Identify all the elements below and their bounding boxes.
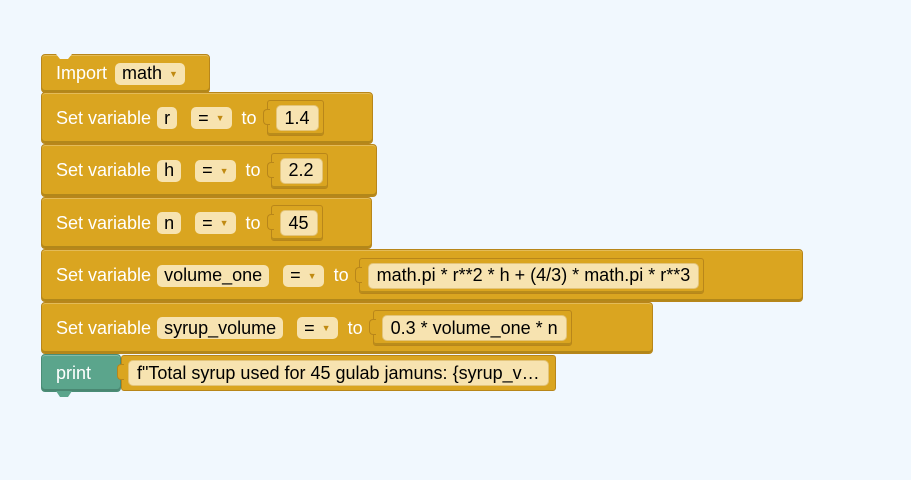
value-slot[interactable]: 1.4	[262, 100, 324, 136]
module-dropdown[interactable]: math ▼	[115, 62, 185, 85]
operator-dropdown[interactable]: = ▼	[195, 212, 236, 234]
set-variable-label: Set variable	[56, 212, 152, 233]
chevron-down-icon: ▼	[307, 270, 317, 281]
variable-field-n[interactable]: n	[157, 212, 182, 234]
variable-field-h[interactable]: h	[157, 159, 182, 182]
set-variable-label: Set variable	[56, 317, 152, 338]
to-label: to	[333, 265, 349, 285]
value-input-n[interactable]: 45	[279, 210, 318, 236]
print-argument[interactable]: f"Total syrup used for 45 gulab jamuns: …	[109, 355, 556, 391]
value-slot[interactable]: 2.2	[266, 152, 328, 189]
variable-name: volume_one	[164, 265, 263, 285]
variable-field-r[interactable]: r	[157, 107, 178, 129]
chevron-down-icon: ▼	[321, 323, 331, 333]
variable-field-volume-one[interactable]: volume_one	[157, 264, 270, 287]
value-slot[interactable]: 45	[266, 205, 323, 241]
operator-value: =	[202, 212, 213, 233]
chevron-down-icon: ▼	[169, 68, 178, 79]
chevron-down-icon: ▼	[219, 218, 229, 228]
block-tab	[56, 391, 72, 397]
operator-dropdown[interactable]: = ▼	[191, 107, 232, 129]
operator-value: =	[202, 160, 213, 180]
variable-name: r	[164, 107, 171, 128]
chevron-down-icon: ▼	[215, 113, 225, 123]
import-label: Import	[56, 63, 108, 83]
to-label: to	[245, 212, 261, 233]
import-block[interactable]: Import math ▼	[41, 54, 210, 93]
set-variable-block-n[interactable]: Set variable n = ▼ to 45	[41, 197, 372, 249]
variable-field-syrup-volume[interactable]: syrup_volume	[157, 317, 284, 339]
set-variable-label: Set variable	[56, 160, 152, 180]
set-variable-label: Set variable	[56, 107, 152, 128]
block-notch	[56, 54, 72, 59]
operator-dropdown[interactable]: = ▼	[297, 317, 338, 339]
set-variable-label: Set variable	[56, 265, 152, 285]
print-label: print	[56, 362, 92, 383]
value-input-volume-one[interactable]: math.pi * r**2 * h + (4/3) * math.pi * r…	[367, 262, 700, 289]
operator-dropdown[interactable]: = ▼	[283, 264, 324, 287]
variable-name: h	[164, 160, 175, 180]
to-label: to	[347, 317, 363, 338]
set-variable-block-h[interactable]: Set variable h = ▼ to 2.2	[41, 144, 377, 197]
value-slot[interactable]: 0.3 * volume_one * n	[368, 310, 572, 346]
value-input-h[interactable]: 2.2	[279, 157, 323, 184]
set-variable-block-volume-one[interactable]: Set variable volume_one = ▼ to math.pi *…	[41, 249, 803, 302]
to-label: to	[241, 107, 257, 128]
set-variable-block-r[interactable]: Set variable r = ▼ to 1.4	[41, 92, 373, 144]
value-input-r[interactable]: 1.4	[275, 105, 319, 131]
value-input-syrup-volume[interactable]: 0.3 * volume_one * n	[381, 315, 567, 341]
module-value: math	[122, 63, 163, 83]
operator-value: =	[290, 265, 301, 285]
set-variable-block-syrup-volume[interactable]: Set variable syrup_volume = ▼ to 0.3 * v…	[41, 302, 653, 354]
to-label: to	[245, 160, 261, 180]
variable-name: n	[164, 212, 175, 233]
operator-dropdown[interactable]: = ▼	[195, 159, 236, 182]
chevron-down-icon: ▼	[219, 165, 229, 176]
print-value-input[interactable]: f"Total syrup used for 45 gulab jamuns: …	[128, 360, 549, 386]
operator-value: =	[304, 317, 315, 338]
blockly-workspace[interactable]: Import math ▼ Set variable r = ▼ to 1.4 …	[0, 0, 911, 480]
print-slot[interactable]: f"Total syrup used for 45 gulab jamuns: …	[117, 355, 556, 391]
operator-value: =	[198, 107, 209, 128]
variable-name: syrup_volume	[164, 317, 277, 338]
value-slot[interactable]: math.pi * r**2 * h + (4/3) * math.pi * r…	[354, 257, 705, 294]
